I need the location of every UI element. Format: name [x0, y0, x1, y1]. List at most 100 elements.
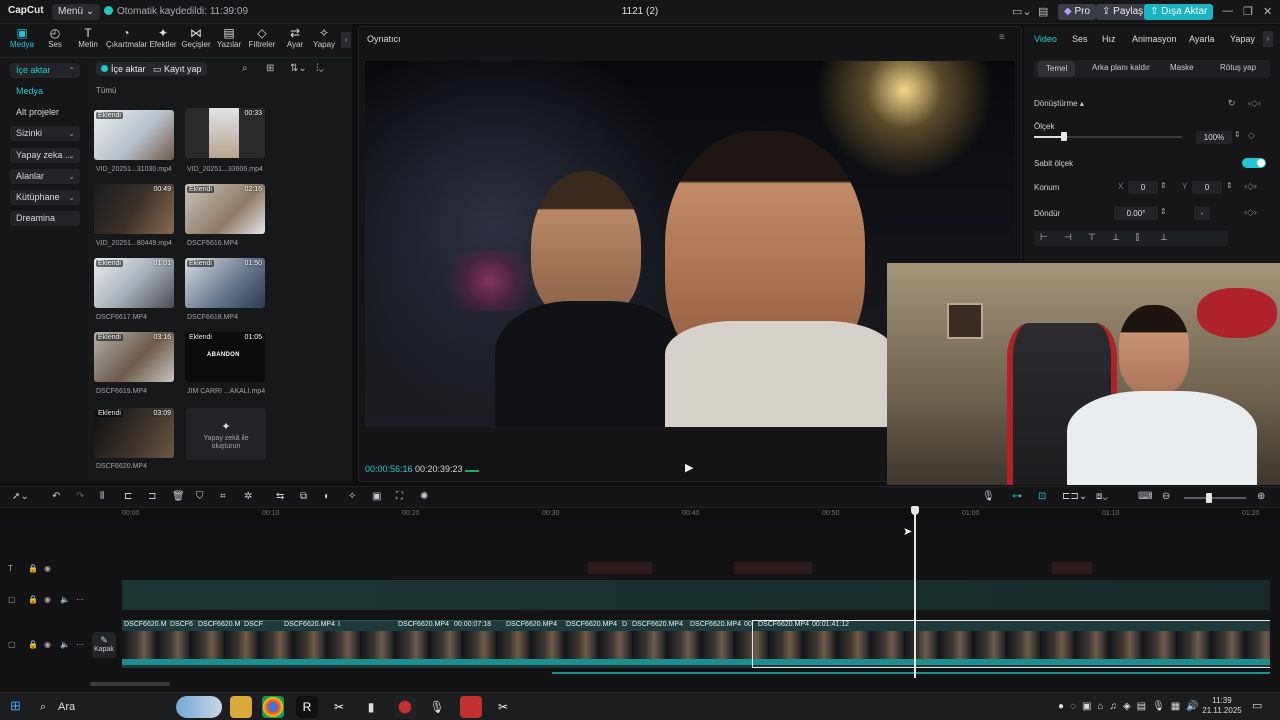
zoom-slider[interactable] [1184, 497, 1246, 499]
caption-icon[interactable]: ⌨ [1138, 491, 1152, 502]
record-button[interactable]: ▭ Kayıt yap [148, 62, 207, 76]
eye-icon[interactable]: ◉ [44, 640, 51, 649]
sort-icon[interactable]: ⇅⌄ [290, 63, 307, 74]
subtab-mask[interactable]: Maske [1170, 63, 1194, 72]
subtab-basic[interactable]: Temel [1038, 61, 1076, 77]
preview-axis-icon[interactable]: ⊏⊐⌄ [1062, 491, 1087, 502]
volume-icon[interactable]: 🔈 [60, 640, 70, 649]
more-icon[interactable]: ⋯ [76, 595, 84, 604]
magnet-icon[interactable]: ⊶ [1012, 491, 1022, 502]
text-clip[interactable] [1052, 562, 1092, 574]
text-clip[interactable] [588, 562, 652, 574]
audio-app-icon[interactable]: 🎙 [426, 696, 448, 718]
nav-yours[interactable]: Sizinki ⌄ [10, 126, 80, 141]
more-icon[interactable]: ⋯ [76, 640, 84, 649]
split-left-icon[interactable]: ⊏ [124, 491, 132, 502]
nav-ai[interactable]: Yapay zeka ... ⌄ [10, 148, 80, 163]
align-left-icon[interactable]: ⊢ [1040, 232, 1048, 243]
mask-icon[interactable]: ◐ [324, 491, 330, 502]
rotate-flip-button[interactable]: - [1194, 207, 1210, 220]
share-button[interactable]: ⇪ Paylaş [1096, 4, 1150, 20]
keyframe-icon[interactable]: ‹◇› [1244, 207, 1257, 218]
tab-audio[interactable]: Ses [1072, 34, 1088, 44]
media-thumb[interactable]: 00:33 [185, 108, 265, 158]
menu-button[interactable]: Menü ⌄ [52, 4, 101, 20]
nav-subprojects[interactable]: Alt projeler [10, 105, 80, 120]
tab-animation[interactable]: Animasyon [1132, 34, 1177, 44]
tab-adjust[interactable]: Ayarla [1189, 34, 1214, 44]
capcut-active-icon[interactable]: ✂ [492, 696, 514, 718]
filter-icon[interactable]: ⫶⌄ [316, 63, 324, 74]
align-center-icon[interactable]: ⊣ [1064, 232, 1072, 243]
subtab-remove-bg[interactable]: Arka planı kaldır [1092, 63, 1150, 72]
lock-icon[interactable]: 🔒 [28, 595, 38, 604]
align-top-icon[interactable]: ⊥ [1112, 232, 1120, 243]
nav-spaces[interactable]: Alanlar ⌄ [10, 169, 80, 184]
nav-media[interactable]: Medya [10, 84, 80, 99]
nav-dreamina[interactable]: Dreamina [10, 211, 80, 226]
tab-stickers[interactable]: ◔ Çıkartmalar [106, 26, 147, 49]
keyframe-icon[interactable]: ‹◇› [1244, 181, 1257, 192]
zoom-slider-handle[interactable] [1206, 493, 1212, 503]
scale-input[interactable]: 100% [1196, 131, 1232, 144]
lock-icon[interactable]: 🔒 [28, 640, 38, 649]
all-filter-label[interactable]: Tümü [96, 86, 116, 95]
voicemeeter-icon[interactable] [460, 696, 482, 718]
media-thumb[interactable]: ABANDON Eklendi 01:05 [185, 332, 265, 382]
eye-icon[interactable]: ◉ [44, 595, 51, 604]
crop-icon[interactable]: ⌗ [220, 491, 226, 502]
reverse-icon[interactable]: ⇆ [276, 491, 284, 502]
zoom-out-icon[interactable]: ⊖ [1162, 491, 1170, 502]
align-middle-icon[interactable]: ⫿ [1136, 232, 1139, 243]
capcut-icon[interactable]: ✂ [328, 696, 350, 718]
reset-icon[interactable]: ↻ [1228, 98, 1236, 109]
timeline-scrollbar[interactable] [90, 682, 170, 686]
minimize-icon[interactable]: — [1222, 5, 1233, 17]
close-icon[interactable]: ✕ [1263, 5, 1272, 18]
lock-icon[interactable]: 🔒 [28, 564, 38, 573]
media-thumb[interactable]: Eklendi 02:16 [185, 184, 265, 234]
align-right-icon[interactable]: ⊤ [1088, 232, 1096, 243]
keyframe-icon[interactable]: ‹◇› [1248, 98, 1261, 109]
subtab-retouch[interactable]: Rötuş yap [1220, 63, 1256, 72]
ai-create-card[interactable]: ✦ Yapay zekâ ile oluşturun [186, 408, 266, 460]
freeze-icon[interactable]: ✲ [244, 491, 252, 502]
uniform-scale-toggle[interactable] [1242, 158, 1266, 168]
select-icon[interactable]: ➚⌄ [12, 491, 29, 502]
media-thumb[interactable]: Eklendi 03:16 [94, 332, 174, 382]
chevron-right-icon[interactable]: › [1263, 31, 1273, 47]
media-thumb[interactable]: Eklendi 01:50 [185, 258, 265, 308]
timeline-ruler[interactable]: 00:00 00:10 00:20 00:30 00:40 00:50 01:0… [90, 508, 1280, 520]
scale-slider-handle[interactable] [1061, 132, 1067, 141]
media-thumb[interactable]: Eklendi 03:09 [94, 408, 174, 458]
split-screen-icon[interactable]: ⧈⌄ [1096, 491, 1108, 502]
tab-ai[interactable]: Yapay [1230, 34, 1255, 44]
screen-icon[interactable]: ▣ [372, 491, 381, 502]
export-button[interactable]: ⇧ Dışa Aktar [1144, 4, 1214, 20]
notification-icon[interactable]: ▭ [1252, 699, 1262, 712]
windows-start-icon[interactable]: ⊞ [10, 698, 21, 714]
obs-icon[interactable] [394, 696, 416, 718]
stepper-icon[interactable]: ⇕ [1160, 207, 1167, 216]
media-thumb[interactable]: Eklendi 01:01 [94, 258, 174, 308]
chrome-icon[interactable] [262, 696, 284, 718]
delete-icon[interactable]: 🗑 [172, 491, 185, 502]
grid-view-icon[interactable]: ⊞ [266, 63, 274, 74]
media-thumb[interactable]: 00:49 [94, 184, 174, 234]
app-r-icon[interactable]: R [296, 696, 318, 718]
stepper-icon[interactable]: ⇕ [1234, 130, 1241, 139]
widget-icon[interactable] [176, 696, 222, 718]
search-icon[interactable]: ⌕ [242, 63, 248, 74]
ai-tool-icon[interactable]: ✺ [420, 491, 428, 502]
import-button[interactable]: İçe aktar [96, 62, 151, 76]
playhead[interactable] [914, 506, 916, 678]
playhead-handle[interactable] [911, 506, 919, 515]
cover-button[interactable]: ✎ Kapak [92, 632, 116, 658]
tab-video[interactable]: Video [1034, 34, 1057, 44]
mirror-icon[interactable]: ⧉ [300, 491, 307, 502]
tab-text[interactable]: T Metin [68, 26, 108, 49]
clock[interactable]: 11:39 21.11.2025 [1200, 696, 1244, 716]
menu-icon[interactable]: ≡ [999, 32, 1005, 43]
system-tray-icons[interactable]: ●◌▣⌂♫◈▤🎙▦🔊 [1058, 701, 1205, 712]
keyframe-icon[interactable]: ◇ [1248, 130, 1255, 141]
